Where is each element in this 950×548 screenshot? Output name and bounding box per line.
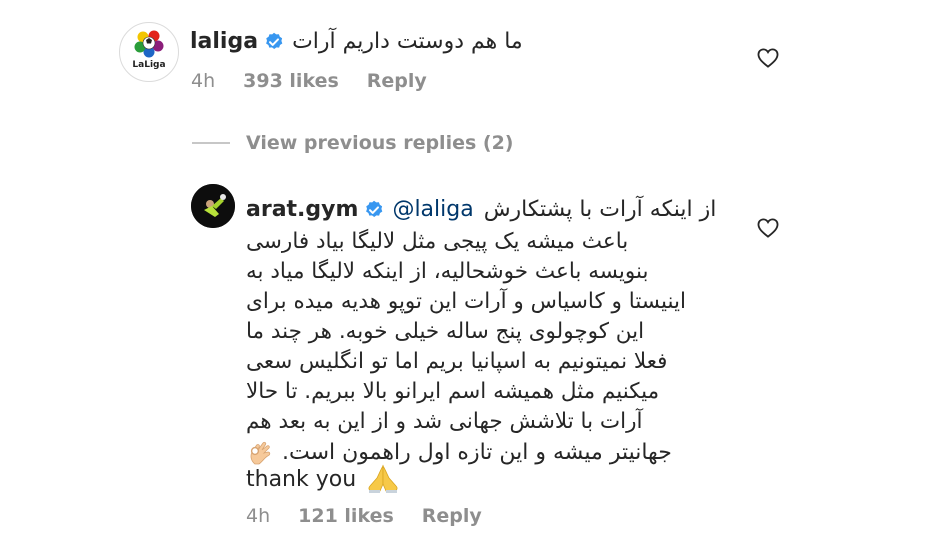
- reply-text-line: بنویسه باعث خوشحالیه، از اینکه لالیگا می…: [246, 259, 649, 284]
- heart-icon[interactable]: [757, 218, 779, 238]
- reply-text-line: آرات با تلاشش جهانی شد و از این به بعد ه…: [246, 409, 643, 434]
- reply-username[interactable]: arat.gym: [246, 197, 358, 222]
- reply-thank-you: thank you: [246, 466, 357, 492]
- reply-text-line: جهانیتر میشه و این تازه اول راهمون است.: [282, 439, 672, 465]
- comment-username[interactable]: laliga: [190, 29, 258, 54]
- heart-icon[interactable]: [757, 48, 779, 68]
- reply-text-line: اینیستا و کاسیاس و آرات این توپو هدیه می…: [246, 289, 686, 314]
- comment-header: laliga ما هم دوستت داریم آرات: [190, 29, 523, 54]
- reply-header: arat.gym @laliga از اینکه آرات با پشتکار…: [246, 197, 716, 222]
- reply-likes[interactable]: 121 likes: [298, 505, 394, 527]
- reply-text-line: باعث میشه یک پیجی مثل لالیگا بیاد فارسی: [246, 229, 629, 254]
- replies-divider: [192, 142, 230, 144]
- reply-text-line: میکنیم مثل همیشه اسم ایرانو بالا ببریم. …: [246, 379, 660, 404]
- verified-badge-icon: [366, 200, 383, 217]
- comment-meta: 4h 393 likes Reply: [191, 70, 427, 92]
- comment-reply-button[interactable]: Reply: [367, 70, 427, 92]
- reply-text-line: فعلا نمیتونیم به اسپانیا بریم اما تو انگ…: [246, 349, 668, 374]
- reply-thanks-line: thank you: [246, 464, 400, 494]
- ok-hand-emoji-icon: [250, 441, 271, 465]
- reply-time: 4h: [246, 505, 271, 527]
- goalkeeper-avatar-icon: [191, 184, 235, 228]
- arat-gym-avatar[interactable]: [191, 184, 235, 228]
- reply-first-line: از اینکه آرات با پشتکارش: [483, 197, 717, 222]
- view-previous-replies[interactable]: View previous replies (2): [192, 132, 513, 154]
- view-replies-label: View previous replies (2): [246, 132, 514, 154]
- reply-text-line: این کوچولوی پنج ساله خیلی خوبه. هر چند م…: [246, 319, 645, 344]
- reply-meta: 4h 121 likes Reply: [246, 505, 482, 527]
- laliga-logo-icon: [134, 30, 164, 58]
- reply-emoji-line: جهانیتر میشه و این تازه اول راهمون است.: [246, 437, 672, 467]
- laliga-avatar[interactable]: LaLiga: [119, 22, 179, 82]
- comment-time: 4h: [191, 70, 216, 92]
- reply-mention-link[interactable]: @laliga: [392, 197, 473, 222]
- comment-text: ما هم دوستت داریم آرات: [292, 29, 523, 54]
- laliga-logo-text: LaLiga: [132, 60, 166, 70]
- comment-likes[interactable]: 393 likes: [243, 70, 339, 92]
- verified-badge-icon: [266, 32, 283, 49]
- reply-reply-button[interactable]: Reply: [422, 505, 482, 527]
- folded-hands-emoji-icon: [368, 464, 398, 493]
